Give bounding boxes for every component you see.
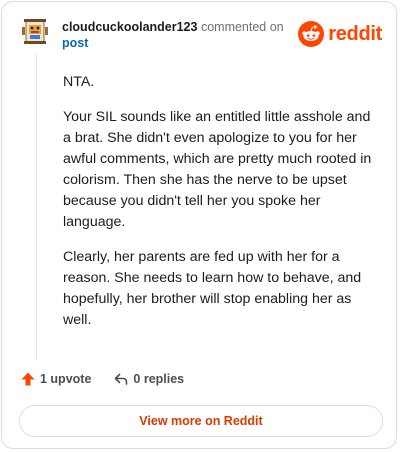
comment-body: NTA. Your SIL sounds like an entitled li…	[63, 72, 378, 345]
view-more-button[interactable]: View more on Reddit	[19, 405, 383, 437]
replies-button[interactable]: 0 replies	[113, 371, 184, 387]
comment-header: cloudcuckoolander123 commented on post	[62, 19, 302, 51]
upvote-arrow-icon	[21, 372, 35, 386]
thread-line	[36, 52, 37, 360]
comment-paragraph: NTA.	[63, 74, 95, 90]
username-link[interactable]: cloudcuckoolander123	[62, 20, 197, 34]
post-link[interactable]: post	[62, 35, 302, 51]
avatar-image	[22, 19, 48, 44]
reply-icon	[115, 373, 128, 385]
reddit-wordmark: reddit	[328, 22, 382, 45]
view-more-label: View more on Reddit	[139, 414, 263, 428]
comment-paragraph: Your SIL sounds like an entitled little …	[63, 109, 372, 230]
replies-count: 0 replies	[133, 372, 185, 386]
upvote-count: 1 upvote	[40, 372, 92, 386]
user-avatar[interactable]	[21, 17, 49, 47]
upvote-button[interactable]: 1 upvote	[20, 371, 91, 387]
comment-footer: 1 upvote 0 replies	[20, 371, 184, 387]
reddit-logo[interactable]: reddit	[298, 21, 382, 47]
comment-embed-card: cloudcuckoolander123 commented on post r…	[1, 1, 397, 449]
comment-paragraph: Clearly, her parents are fed up with her…	[63, 249, 362, 328]
reddit-snoo-icon	[298, 21, 325, 47]
action-text: commented on	[200, 20, 284, 34]
